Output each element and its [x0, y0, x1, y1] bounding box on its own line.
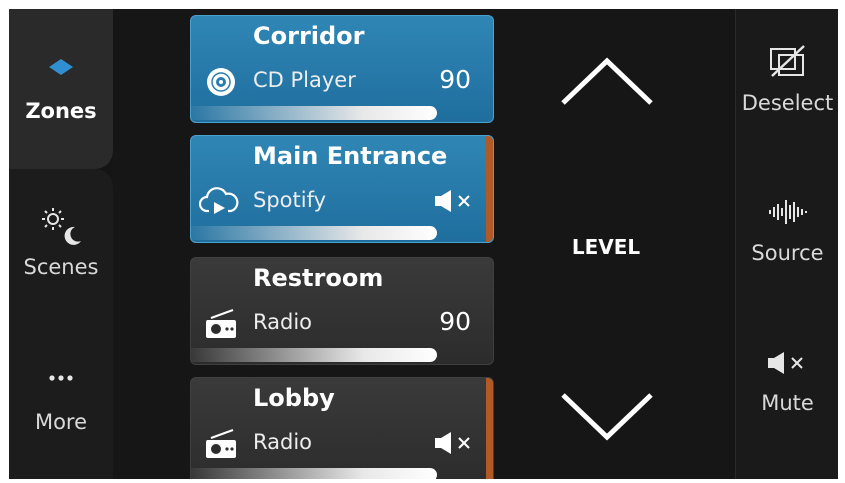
cd-icon [207, 68, 235, 96]
level-label: LEVEL [571, 235, 641, 259]
zone-name: Main Entrance [253, 142, 448, 170]
zone-volume-bar[interactable] [191, 106, 437, 120]
mute-icon[interactable] [433, 430, 475, 456]
zone-card-corridor[interactable]: Corridor CD Player 90 [190, 15, 494, 123]
zone-marker [486, 136, 493, 242]
radio-icon [206, 309, 236, 338]
mute-icon[interactable] [433, 188, 475, 214]
deselect-button[interactable]: Deselect [736, 43, 838, 115]
source-button[interactable]: Source [736, 197, 838, 265]
more-dots-icon [49, 375, 73, 381]
zone-source: Radio [253, 310, 313, 334]
zone-level: 90 [439, 65, 471, 94]
nav-item-zones[interactable]: Zones [9, 57, 113, 123]
mute-icon [767, 352, 803, 374]
right-action-panel: Deselect Source Mute [735, 9, 838, 479]
zone-volume-bar[interactable] [191, 226, 437, 240]
left-nav: Zones Scenes More [9, 9, 113, 479]
zones-diamond-icon [49, 59, 73, 75]
zone-card-restroom[interactable]: Restroom Radio 90 [190, 257, 494, 365]
zone-marker [486, 378, 493, 479]
level-up-button[interactable] [557, 53, 657, 113]
mute-button[interactable]: Mute [736, 349, 838, 415]
cloud-play-icon [199, 187, 239, 214]
nav-more-label: More [34, 410, 88, 434]
source-label: Source [751, 241, 824, 265]
nav-zones-label: Zones [25, 99, 97, 123]
app-screen: Zones Scenes More Corridor CD Player 90 … [9, 9, 838, 479]
zone-volume-bar[interactable] [191, 468, 437, 479]
zone-level: 90 [439, 307, 471, 336]
mute-label: Mute [761, 391, 814, 415]
zone-source: Spotify [253, 188, 327, 212]
waveform-icon [768, 200, 807, 224]
deselect-label: Deselect [741, 91, 834, 115]
nav-item-more[interactable]: More [9, 369, 113, 434]
level-down-button[interactable] [557, 385, 657, 445]
zone-name: Restroom [253, 264, 384, 292]
zone-name: Corridor [253, 22, 365, 50]
nav-item-scenes[interactable]: Scenes [9, 205, 113, 279]
deselect-icon [769, 45, 805, 77]
nav-scenes-label: Scenes [23, 255, 99, 279]
day-night-icon [42, 208, 81, 245]
zone-volume-bar[interactable] [191, 348, 437, 362]
zone-source: Radio [253, 430, 313, 454]
radio-icon [206, 429, 236, 458]
zone-card-lobby[interactable]: Lobby Radio [190, 377, 494, 479]
zone-card-main-entrance[interactable]: Main Entrance Spotify [190, 135, 494, 243]
zone-source: CD Player [253, 68, 356, 92]
zone-name: Lobby [253, 384, 335, 412]
